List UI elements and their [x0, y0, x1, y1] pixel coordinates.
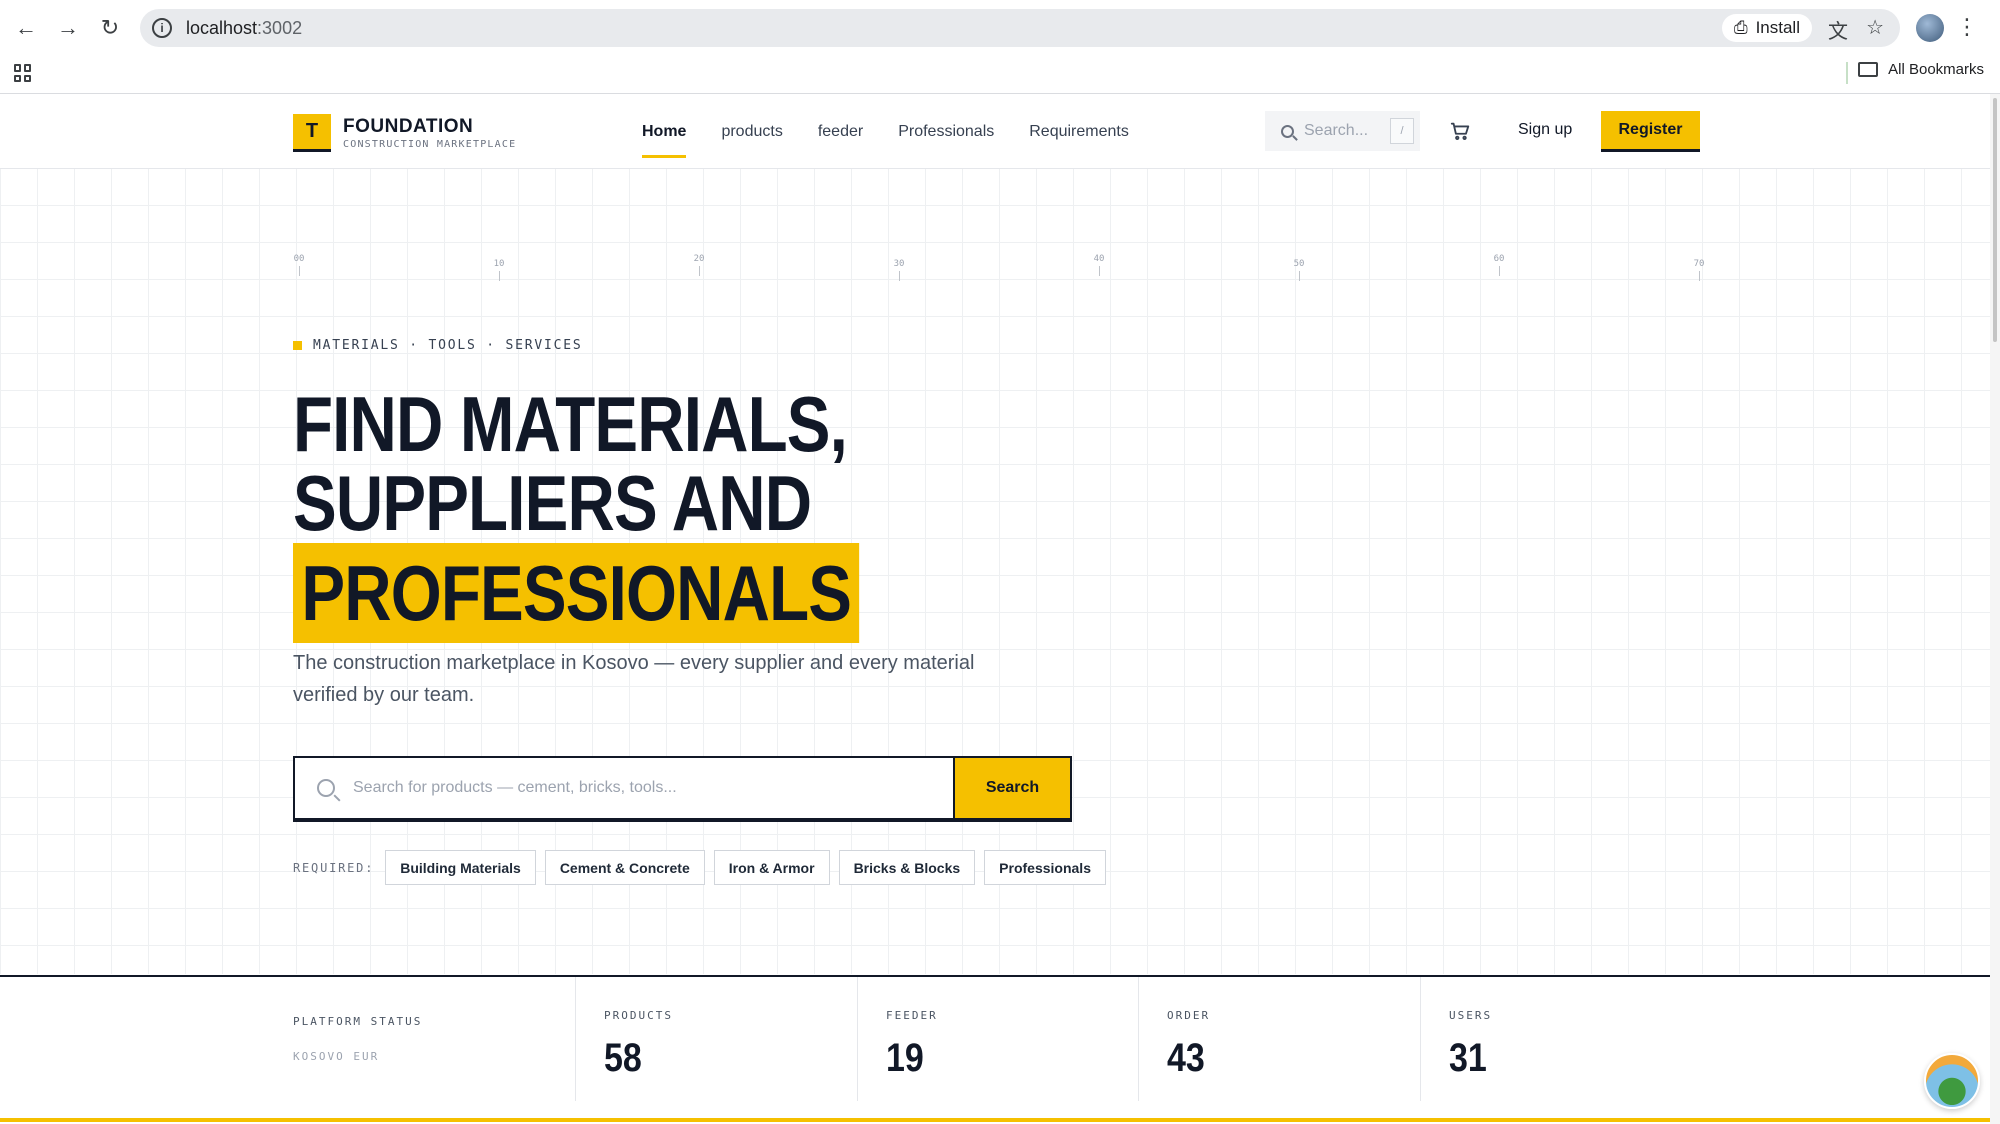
main-nav: Home products feeder Professionals Requi…	[642, 94, 1129, 169]
ruler-tick: 50	[1284, 259, 1314, 281]
platform-status-sub: KOSOVO EUR	[293, 1050, 380, 1063]
search-icon	[1281, 124, 1294, 138]
stat-value: 19	[886, 1036, 924, 1080]
ruler-tick: 20	[684, 254, 714, 276]
bookmark-star-icon[interactable]: ☆	[1866, 15, 1884, 40]
ruler-tick: 40	[1084, 254, 1114, 276]
bookmarks-bar: All Bookmarks	[0, 56, 2000, 94]
stat-label: PRODUCTS	[604, 1009, 673, 1022]
site-header: T FOUNDATION CONSTRUCTION MARKETPLACE Ho…	[0, 94, 1990, 169]
nav-products[interactable]: products	[721, 94, 782, 169]
cart-icon[interactable]	[1449, 120, 1471, 148]
folder-icon	[1858, 62, 1879, 77]
site-info-icon[interactable]: i	[152, 18, 172, 38]
hero-search-input[interactable]	[353, 779, 913, 797]
nav-requirements[interactable]: Requirements	[1029, 94, 1129, 169]
logo[interactable]: T FOUNDATION CONSTRUCTION MARKETPLACE	[293, 114, 516, 152]
logo-mark: T	[293, 114, 331, 152]
forward-icon[interactable]: →	[50, 10, 86, 46]
bookmarks-divider	[1846, 62, 1848, 84]
url-text[interactable]: localhost:3002	[186, 18, 302, 39]
page: T FOUNDATION CONSTRUCTION MARKETPLACE Ho…	[0, 94, 2000, 1124]
stat-value: 43	[1167, 1036, 1205, 1080]
category-chip-bricks-blocks[interactable]: Bricks & Blocks	[838, 850, 976, 885]
hero-title-highlight: PROFESSIONALS	[293, 543, 860, 643]
stat-value: 58	[604, 1036, 642, 1080]
header-search-input[interactable]: Search... /	[1265, 111, 1420, 151]
floating-assistant-avatar[interactable]	[1924, 1053, 1980, 1109]
signup-link[interactable]: Sign up	[1518, 121, 1572, 139]
install-label: Install	[1755, 18, 1800, 37]
ruler: 00 10 20 30 40 50 60 70	[293, 254, 1713, 284]
search-shortcut-key: /	[1390, 118, 1414, 144]
category-chip-cement-concrete[interactable]: Cement & Concrete	[544, 850, 705, 885]
stats-accent-line	[0, 1118, 1995, 1122]
logo-subtitle: CONSTRUCTION MARKETPLACE	[343, 138, 517, 150]
platform-status-title: PLATFORM STATUS	[293, 1015, 423, 1028]
stat-products: PRODUCTS 58	[575, 977, 857, 1101]
category-chip-professionals[interactable]: Professionals	[984, 850, 1106, 885]
category-chip-building-materials[interactable]: Building Materials	[385, 850, 536, 885]
scrollbar-thumb[interactable]	[1993, 98, 1997, 342]
hero-title: FIND MATERIALS, SUPPLIERS AND PROFESSION…	[293, 385, 860, 643]
all-bookmarks-label: All Bookmarks	[1888, 61, 1984, 78]
search-icon	[317, 779, 335, 797]
stat-users: USERS 31	[1420, 977, 1702, 1101]
hero-search-field[interactable]	[295, 758, 953, 818]
stat-label: FEEDER	[886, 1009, 938, 1022]
browser-chrome: ← → ↻ i localhost:3002 ⎙ Install 文 ☆ ⋮ A…	[0, 0, 2000, 94]
required-categories: REQUIRED: Building Materials Cement & Co…	[293, 850, 1106, 885]
apps-icon[interactable]	[14, 64, 32, 82]
ruler-tick: 60	[1484, 254, 1514, 276]
page-scrollbar[interactable]	[1990, 94, 2000, 1124]
ruler-tick: 70	[1684, 259, 1714, 281]
hero-search: Search	[293, 756, 1072, 822]
browser-toolbar: ← → ↻ i localhost:3002 ⎙ Install 文 ☆ ⋮	[0, 0, 2000, 56]
ruler-tick: 00	[284, 254, 314, 276]
header-search-placeholder: Search...	[1304, 122, 1369, 139]
required-label: REQUIRED:	[293, 860, 375, 875]
register-button[interactable]: Register	[1601, 111, 1700, 152]
logo-text: FOUNDATION CONSTRUCTION MARKETPLACE	[343, 115, 517, 150]
back-icon[interactable]: ←	[8, 10, 44, 46]
hero-eyebrow: MATERIALS · TOOLS · SERVICES	[293, 338, 583, 353]
hero-title-line-2: SUPPLIERS AND	[293, 459, 812, 547]
stat-order: ORDER 43	[1138, 977, 1420, 1101]
ruler-tick: 10	[484, 259, 514, 281]
translate-icon[interactable]: 文	[1828, 15, 1848, 44]
platform-stats: PLATFORM STATUS KOSOVO EUR PRODUCTS 58 F…	[0, 975, 1995, 1124]
category-chip-iron-armor[interactable]: Iron & Armor	[713, 850, 830, 885]
stat-value: 31	[1449, 1036, 1487, 1080]
address-bar[interactable]: i localhost:3002 ⎙ Install 文 ☆	[140, 9, 1900, 47]
hero-title-line-1: FIND MATERIALS,	[293, 380, 848, 468]
hero-lead: The construction marketplace in Kosovo —…	[293, 652, 975, 706]
profile-avatar[interactable]	[1916, 14, 1944, 42]
all-bookmarks[interactable]: All Bookmarks	[1858, 61, 1984, 78]
nav-feeder[interactable]: feeder	[818, 94, 863, 169]
reload-icon[interactable]: ↻	[92, 10, 128, 46]
hero-search-button[interactable]: Search	[953, 758, 1070, 818]
nav-home[interactable]: Home	[642, 94, 687, 169]
stat-label: USERS	[1449, 1009, 1493, 1022]
install-button[interactable]: ⎙ Install	[1721, 14, 1812, 42]
eyebrow-text: MATERIALS · TOOLS · SERVICES	[313, 338, 583, 353]
platform-status: PLATFORM STATUS KOSOVO EUR	[293, 1015, 422, 1063]
ruler-tick: 30	[884, 259, 914, 281]
stat-label: ORDER	[1167, 1009, 1211, 1022]
logo-title: FOUNDATION	[343, 115, 474, 137]
browser-menu-icon[interactable]: ⋮	[1956, 14, 1978, 40]
install-icon: ⎙	[1733, 18, 1748, 37]
nav-professionals[interactable]: Professionals	[898, 94, 994, 169]
stat-feeder: FEEDER 19	[857, 977, 1138, 1101]
eyebrow-square-icon	[293, 341, 302, 350]
